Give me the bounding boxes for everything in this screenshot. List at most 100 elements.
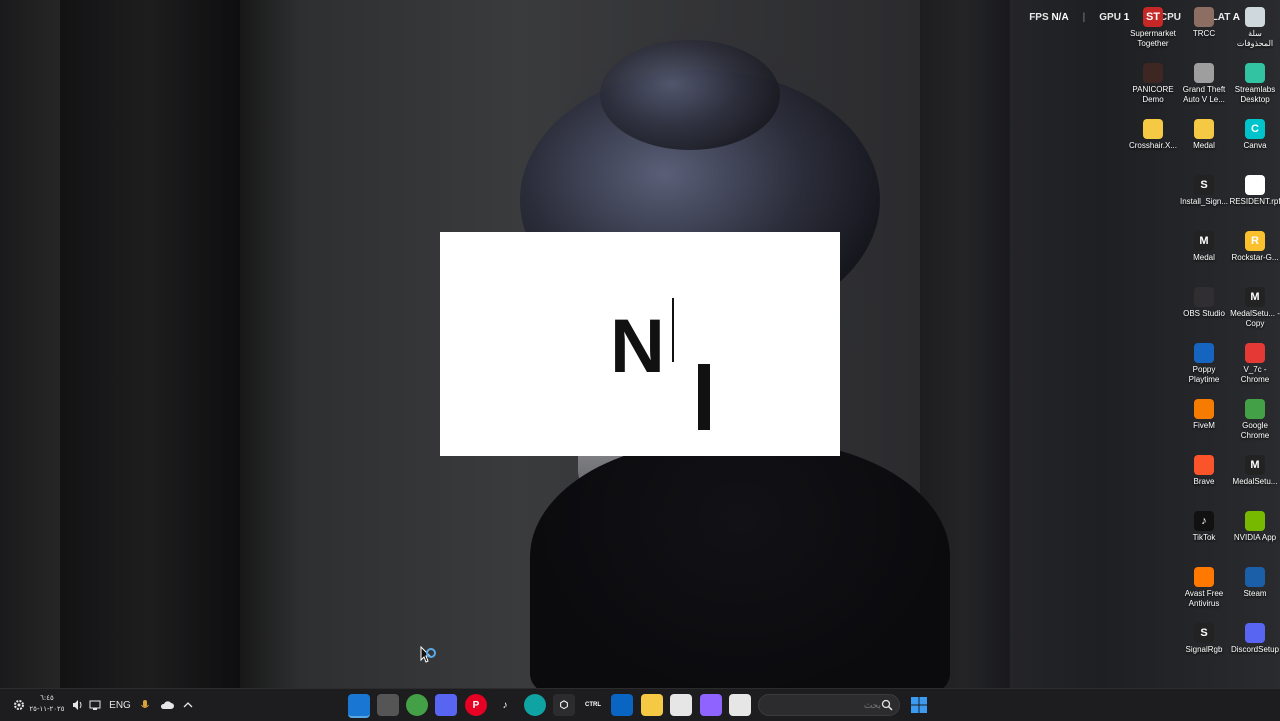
desktop-icon[interactable]: Crosshair.X... <box>1127 119 1179 151</box>
volume-button[interactable] <box>71 695 85 715</box>
desktop-icon[interactable]: سلة المحذوفات <box>1229 7 1280 49</box>
desktop-icon[interactable]: Poppy Playtime <box>1178 343 1230 385</box>
language-indicator[interactable]: ENG <box>108 695 132 715</box>
desktop-icon-label: Steam <box>1243 589 1267 598</box>
desktop-icon[interactable]: V_7c - Chrome <box>1229 343 1280 385</box>
desktop-icon-label: Brave <box>1193 477 1215 486</box>
widget-app-icon[interactable] <box>377 694 399 716</box>
clock-date: ٢٠٢٥-١١-٢٥ <box>29 705 65 713</box>
search-icon <box>881 699 893 711</box>
obs-icon <box>1194 287 1214 307</box>
network-icon <box>89 700 101 710</box>
canva-icon: C <box>1245 119 1265 139</box>
folder-icon <box>1194 119 1214 139</box>
desktop-icon[interactable]: Google Chrome <box>1229 399 1280 441</box>
notes-app-icon[interactable] <box>348 694 370 718</box>
desktop-icon-label: DiscordSetup <box>1230 645 1280 654</box>
microphone-button[interactable] <box>138 695 152 715</box>
taskbar: ٦:٤٥ ٢٠٢٥-١١-٢٥ ENG بحث P ♪ ⬡ CTRL <box>0 688 1280 721</box>
file-icon <box>1245 175 1265 195</box>
start-button[interactable] <box>908 694 930 716</box>
signalrgb-icon: S <box>1194 175 1214 195</box>
desktop-icon[interactable]: Grand Theft Auto V Le... <box>1178 63 1230 105</box>
tiktok-taskbar-icon[interactable]: ♪ <box>494 694 516 716</box>
file-explorer-taskbar-icon[interactable] <box>641 694 663 716</box>
wallpaper-character-hood <box>530 440 950 688</box>
desktop-icon[interactable]: OBS Studio <box>1178 287 1230 319</box>
taskbar-search[interactable] <box>758 694 900 716</box>
settings-tray-button[interactable] <box>12 695 26 715</box>
desktop-icon-label: OBS Studio <box>1183 309 1225 318</box>
search-input[interactable] <box>767 697 883 715</box>
desktop-icon[interactable]: Steam <box>1229 567 1280 599</box>
desktop-icon[interactable]: S SignalRgb <box>1178 623 1230 655</box>
desktop-icon[interactable]: TRCC <box>1178 7 1230 39</box>
desktop-icon[interactable]: DiscordSetup <box>1229 623 1280 655</box>
google-chrome-taskbar-icon[interactable] <box>406 694 428 716</box>
desktop-icon[interactable]: PANICORE Demo <box>1127 63 1179 105</box>
chrome-icon <box>1245 343 1265 363</box>
desktop-icon-label: Google Chrome <box>1240 421 1270 440</box>
desktop-icon-label: PANICORE Demo <box>1132 85 1174 104</box>
desktop-icon[interactable]: M Medal <box>1178 231 1230 263</box>
trcc-icon <box>1194 7 1214 27</box>
desktop-icon[interactable]: FiveM <box>1178 399 1230 431</box>
steam-icon <box>1245 567 1265 587</box>
wallpaper-character-hair-top <box>600 40 780 150</box>
gear-icon <box>14 700 24 710</box>
ctrl-taskbar-icon[interactable]: CTRL <box>582 694 604 716</box>
store-taskbar-icon[interactable] <box>670 694 692 716</box>
taskbar-clock[interactable]: ٦:٤٥ ٢٠٢٥-١١-٢٥ <box>28 693 66 715</box>
medal-icon: M <box>1245 455 1265 475</box>
medal-icon: M <box>1245 287 1265 307</box>
network-button[interactable] <box>88 695 102 715</box>
speaker-icon <box>73 700 82 710</box>
app-splash-screen: N <box>440 232 840 456</box>
show-hidden-icons-button[interactable] <box>181 695 195 715</box>
gpu-readout: GPU 1 <box>1099 12 1130 23</box>
desktop-icon[interactable]: Brave <box>1178 455 1230 487</box>
fivem-icon <box>1194 399 1214 419</box>
desktop-icon[interactable]: ST Supermarket Together <box>1127 7 1179 49</box>
desktop-icon[interactable]: NVIDIA App <box>1229 511 1280 543</box>
desktop-icon[interactable]: R Rockstar-G... <box>1229 231 1280 263</box>
outlook-taskbar-icon[interactable] <box>611 694 633 716</box>
gta-icon <box>1194 63 1214 83</box>
splash-logo-bar <box>698 364 710 430</box>
desktop-icon[interactable]: M MedalSetu... - Copy <box>1229 287 1280 329</box>
streamlabs-icon <box>1245 63 1265 83</box>
desktop-icon[interactable]: C Canva <box>1229 119 1280 151</box>
wallpaper-pillar-left <box>60 0 240 688</box>
app-taskbar-icon[interactable]: ⬡ <box>553 694 575 716</box>
desktop-icon-label: سلة المحذوفات <box>1236 29 1274 48</box>
desktop-icon[interactable]: S Install_Sign... <box>1178 175 1230 207</box>
desktop-icon-label: Crosshair.X... <box>1128 141 1177 150</box>
desktop-icon[interactable]: RESIDENT.rpf <box>1229 175 1280 207</box>
desktop-icon-label: Poppy Playtime <box>1188 365 1220 384</box>
language-label: ENG <box>109 699 131 711</box>
overlay-divider: | <box>1082 12 1086 23</box>
desktop-icon[interactable]: Streamlabs Desktop <box>1229 63 1280 105</box>
brave-icon <box>1194 455 1214 475</box>
desktop-icon-label: MedalSetu... - Copy <box>1230 309 1280 328</box>
edge-taskbar-icon[interactable] <box>524 694 546 716</box>
desktop-icon-label: Medal <box>1193 253 1215 262</box>
desktop-icon[interactable]: ♪ TikTok <box>1178 511 1230 543</box>
supermarket-icon: ST <box>1143 7 1163 27</box>
copilot-taskbar-icon[interactable] <box>700 694 722 716</box>
desktop-icon[interactable]: Avast Free Antivirus <box>1178 567 1230 609</box>
discord-taskbar-icon[interactable] <box>435 694 457 716</box>
onedrive-button[interactable] <box>159 695 175 715</box>
fps-readout: FPS N/A <box>1029 12 1069 23</box>
rockstar-icon: R <box>1245 231 1265 251</box>
pinterest-taskbar-icon[interactable]: P <box>465 694 487 716</box>
desktop-icon-label: SignalRgb <box>1185 645 1223 654</box>
desktop-icon[interactable]: M MedalSetu... <box>1229 455 1280 487</box>
chrome-icon <box>1245 399 1265 419</box>
windows-icon <box>911 697 927 713</box>
desktop-icon-label: V_7c - Chrome <box>1240 365 1270 384</box>
desktop-icon-label: RESIDENT.rpf <box>1229 197 1280 206</box>
desktop-icon[interactable]: Medal <box>1178 119 1230 151</box>
desktop-icon-label: MedalSetu... <box>1232 477 1278 486</box>
terminal-taskbar-icon[interactable] <box>729 694 751 716</box>
